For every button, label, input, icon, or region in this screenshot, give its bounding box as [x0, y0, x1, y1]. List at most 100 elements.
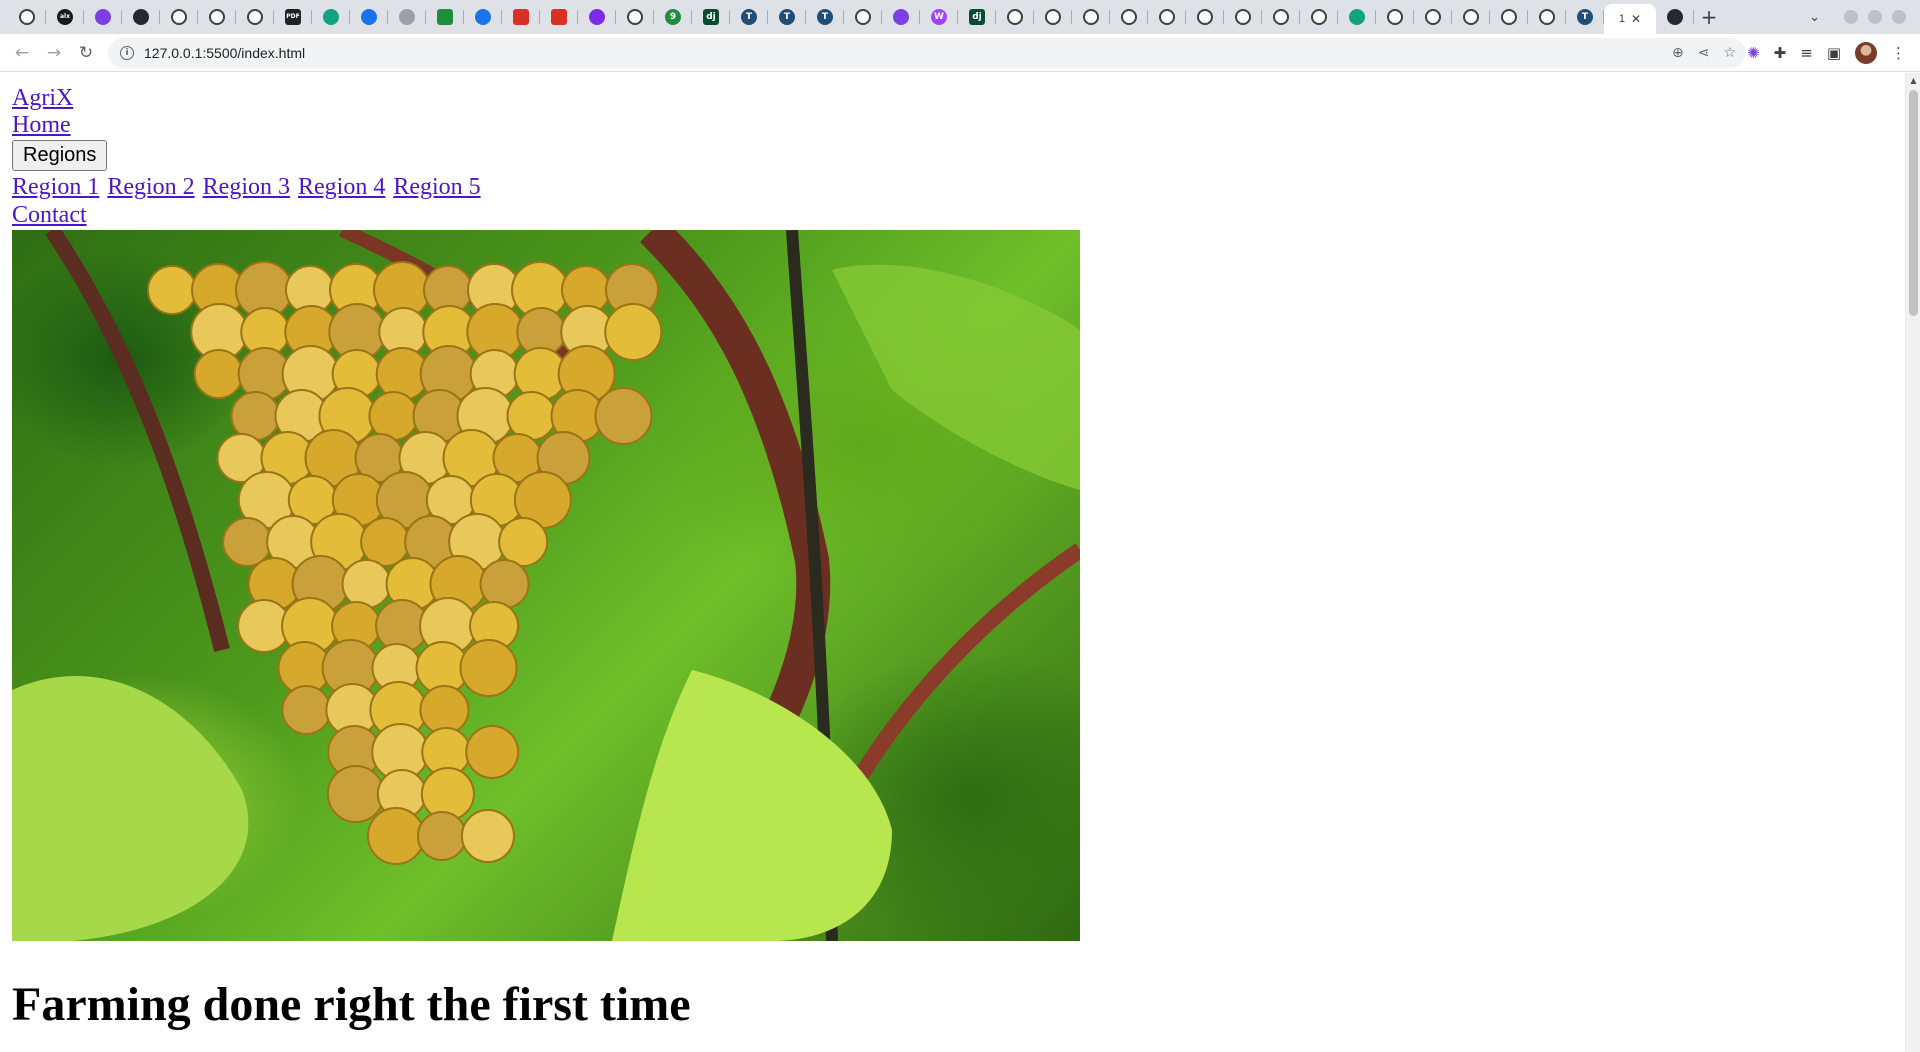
tab-search-icon[interactable]: ⌄ [1809, 10, 1820, 25]
browser-tab[interactable] [160, 0, 198, 34]
browser-tab[interactable]: dj [958, 0, 996, 34]
grape [460, 809, 515, 863]
grape [147, 265, 197, 315]
bookmark-star-icon[interactable]: ☆ [1723, 45, 1736, 61]
back-icon[interactable]: ← [6, 37, 38, 69]
browser-tab[interactable]: dj [692, 0, 730, 34]
extension-icon[interactable]: ✺ [1747, 44, 1760, 62]
regions-button[interactable]: Regions [12, 140, 108, 171]
active-browser-tab[interactable]: 1 ✕ [1604, 4, 1656, 34]
browser-tab[interactable] [844, 0, 882, 34]
browser-tab[interactable]: T [1566, 0, 1604, 34]
browser-tab[interactable] [1376, 0, 1414, 34]
browser-tab[interactable] [882, 0, 920, 34]
browser-tab[interactable] [1110, 0, 1148, 34]
browser-tab[interactable] [1186, 0, 1224, 34]
globe-icon [627, 9, 643, 25]
browser-tab[interactable] [616, 0, 654, 34]
tab-strip: alx PDF 9 dj T T T Wdj T 1 ✕ + ⌄ [0, 0, 1920, 34]
browser-tab[interactable]: alx [46, 0, 84, 34]
nav-contact-link[interactable]: Contact [12, 202, 1893, 229]
region-1-link[interactable]: Region 1 [12, 174, 99, 200]
browser-tab[interactable] [1656, 0, 1694, 34]
django-icon: dj [969, 9, 985, 25]
browser-tab[interactable] [540, 0, 578, 34]
scroll-up-icon[interactable]: ▲ [1906, 73, 1920, 88]
globe-icon [1045, 9, 1061, 25]
browser-tab[interactable] [236, 0, 274, 34]
page-scrollbar[interactable]: ▲ [1905, 73, 1920, 1052]
grape [479, 559, 530, 609]
browser-tab[interactable] [464, 0, 502, 34]
browser-tab[interactable] [1414, 0, 1452, 34]
grape [230, 391, 281, 441]
search-icon [475, 9, 491, 25]
url-text[interactable]: 127.0.0.1:5500/index.html [144, 45, 305, 61]
region-5-link[interactable]: Region 5 [393, 174, 480, 200]
browser-tab[interactable] [1338, 0, 1376, 34]
browser-tab[interactable]: T [730, 0, 768, 34]
globe-icon [19, 9, 35, 25]
zoom-icon[interactable]: ⊕ [1672, 45, 1684, 61]
browser-tab[interactable]: PDF [274, 0, 312, 34]
globe-icon [1539, 9, 1555, 25]
browser-tab[interactable] [1300, 0, 1338, 34]
tab-list: alx PDF 9 dj T T T Wdj T 1 ✕ + [0, 0, 1800, 34]
maximize-button[interactable] [1868, 10, 1882, 24]
region-4-link[interactable]: Region 4 [298, 174, 385, 200]
browser-tab[interactable]: T [806, 0, 844, 34]
hero-illustration [12, 230, 1080, 941]
region-2-link[interactable]: Region 2 [107, 174, 194, 200]
nav-home-link[interactable]: Home [12, 112, 1893, 139]
browser-tab[interactable] [996, 0, 1034, 34]
omnibox-actions: ⊕ ⋖ ☆ [1672, 38, 1736, 68]
share-icon[interactable]: ⋖ [1698, 45, 1710, 61]
browser-tab[interactable] [388, 0, 426, 34]
close-window-button[interactable] [1892, 10, 1906, 24]
grape [368, 391, 419, 441]
github-icon [133, 9, 149, 25]
media-control-icon[interactable]: ≡ [1800, 44, 1813, 62]
chatgpt-icon [1349, 9, 1365, 25]
browser-tab[interactable] [578, 0, 616, 34]
reload-icon[interactable]: ↻ [70, 37, 102, 69]
close-tab-icon[interactable]: ✕ [1631, 12, 1641, 26]
profile-avatar[interactable] [1855, 42, 1877, 64]
new-tab-button[interactable]: + [1694, 0, 1724, 34]
browser-tab[interactable] [8, 0, 46, 34]
grape [506, 391, 557, 441]
browser-tab[interactable]: T [768, 0, 806, 34]
minimize-button[interactable] [1844, 10, 1858, 24]
browser-tab[interactable] [198, 0, 236, 34]
browser-tab[interactable] [1224, 0, 1262, 34]
browser-tab[interactable] [1528, 0, 1566, 34]
scrollbar-thumb[interactable] [1909, 90, 1918, 316]
puzzle-extensions-icon[interactable]: ✚ [1774, 44, 1787, 62]
browser-tab[interactable] [1262, 0, 1300, 34]
browser-tab[interactable]: W [920, 0, 958, 34]
browser-tab[interactable]: 9 [654, 0, 692, 34]
globe-icon [209, 9, 225, 25]
globe-icon [1311, 9, 1327, 25]
browser-tab[interactable] [502, 0, 540, 34]
menu-kebab-icon[interactable]: ⋮ [1891, 44, 1906, 62]
browser-tab[interactable] [1452, 0, 1490, 34]
browser-tab[interactable] [1490, 0, 1528, 34]
browser-tab[interactable] [122, 0, 160, 34]
browser-tab[interactable] [1072, 0, 1110, 34]
address-bar[interactable]: i 127.0.0.1:5500/index.html ⊕ ⋖ ☆ [108, 38, 1746, 68]
globe-icon [1083, 9, 1099, 25]
site-info-icon[interactable]: i [120, 46, 134, 60]
browser-tab[interactable] [84, 0, 122, 34]
browser-tab[interactable] [1148, 0, 1186, 34]
browser-tab[interactable] [312, 0, 350, 34]
browser-tab[interactable] [426, 0, 464, 34]
side-panel-icon[interactable]: ▣ [1827, 44, 1841, 62]
brand-link[interactable]: AgriX [12, 85, 1893, 112]
region-3-link[interactable]: Region 3 [203, 174, 290, 200]
grape [416, 811, 467, 861]
forward-icon[interactable]: → [38, 37, 70, 69]
browser-tab[interactable] [1034, 0, 1072, 34]
browser-tab[interactable] [350, 0, 388, 34]
meet-icon [437, 9, 453, 25]
